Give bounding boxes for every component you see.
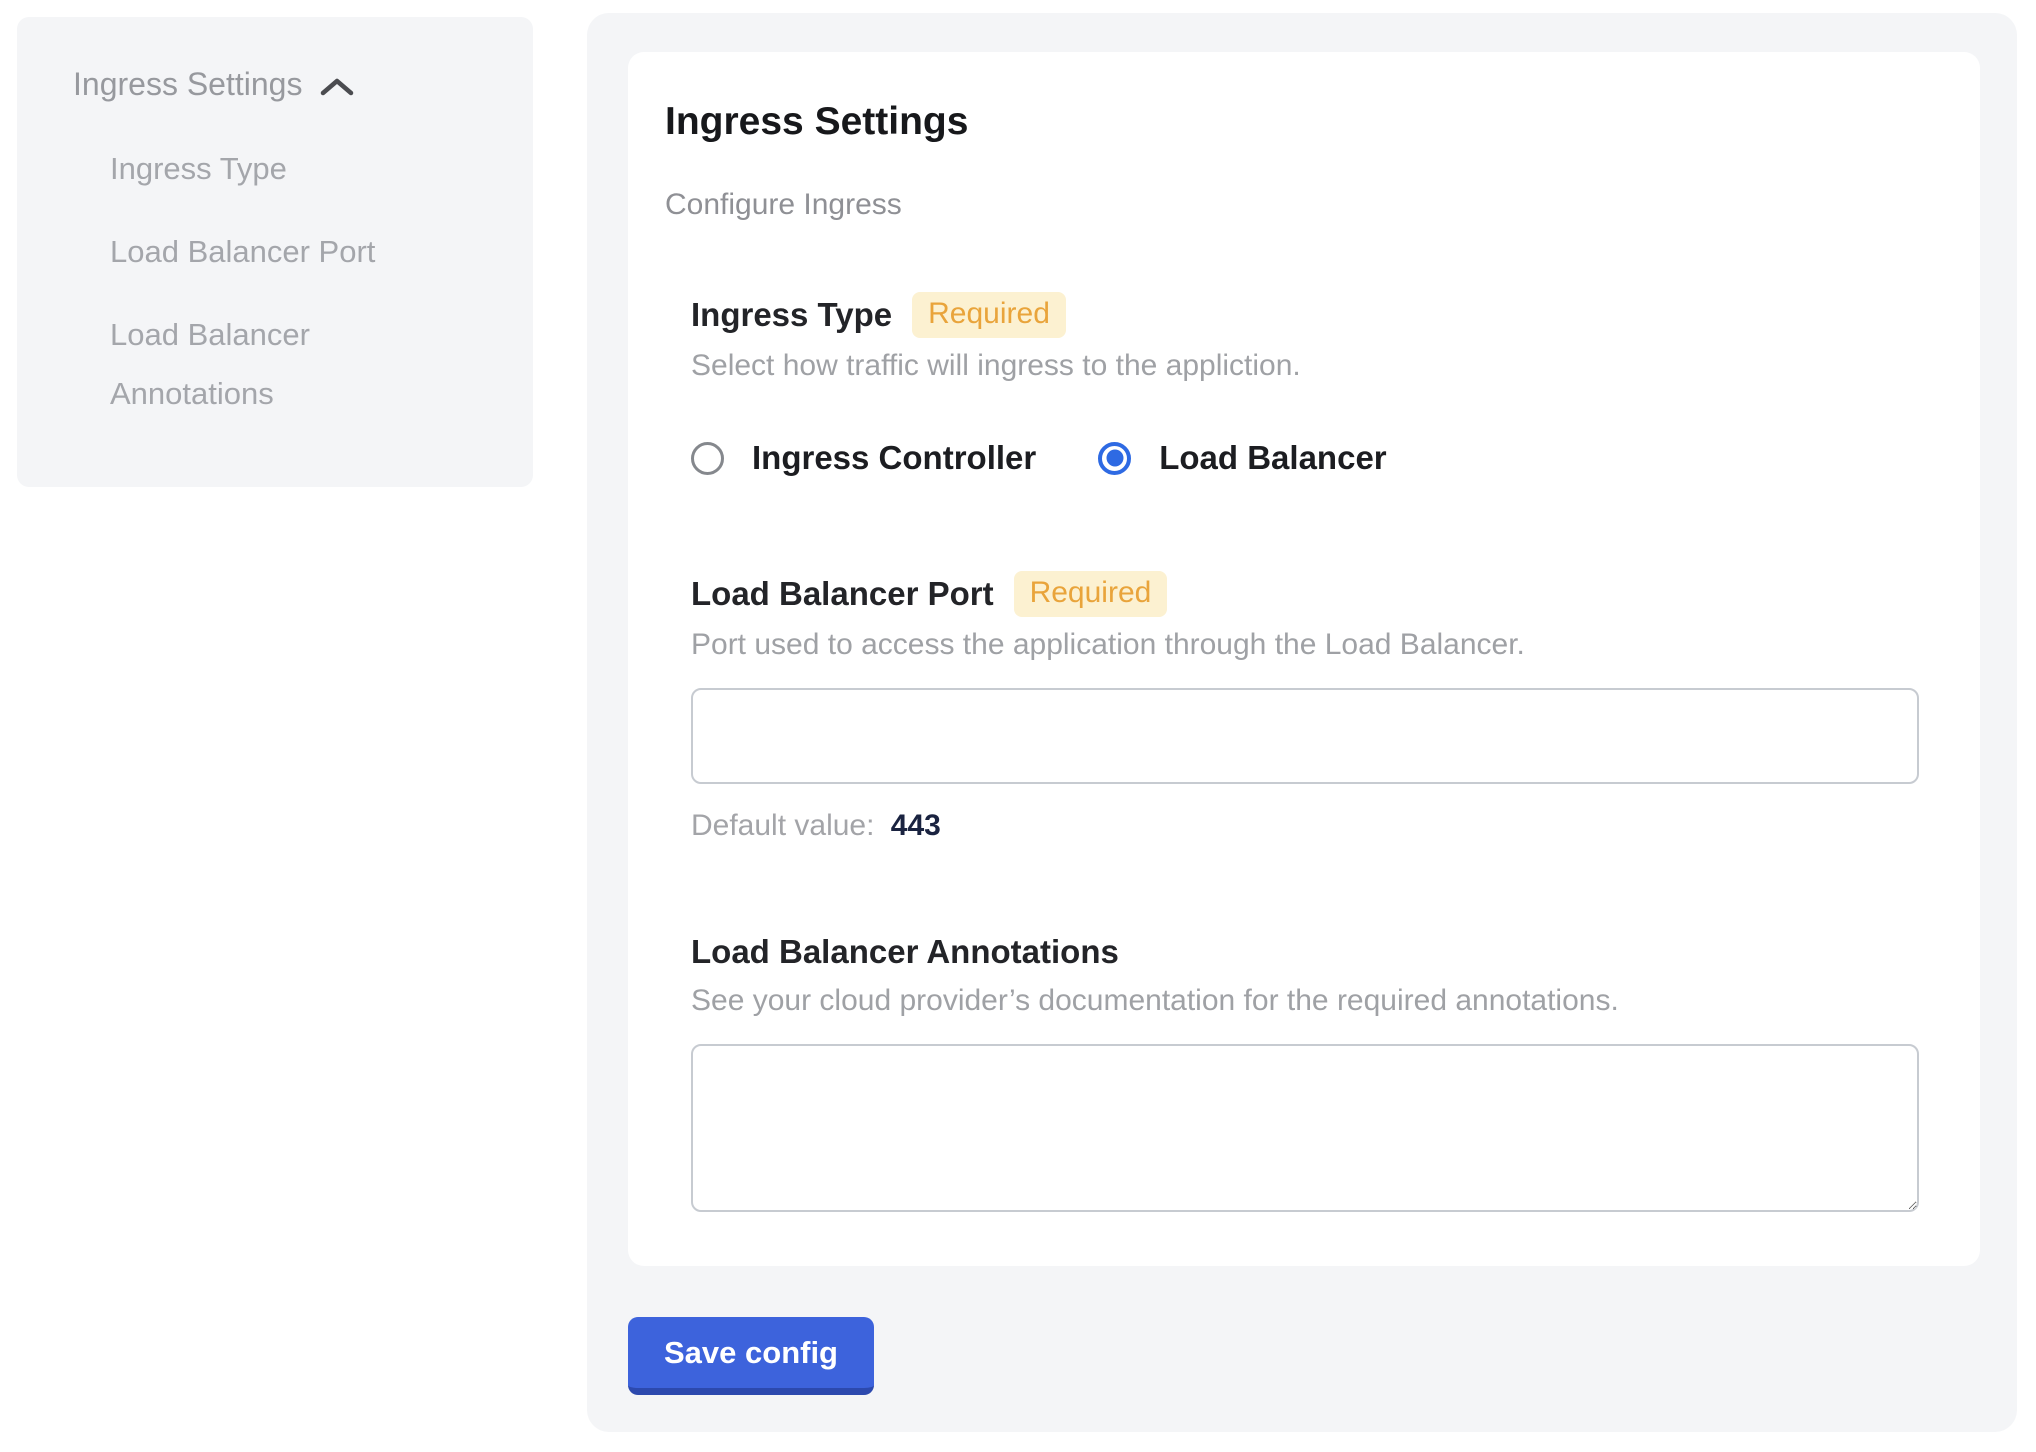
sidebar-item-ingress-type[interactable]: Ingress Type	[110, 139, 410, 198]
form-sections: Ingress Type Required Select how traffic…	[691, 292, 1919, 1212]
radio-option-label: Load Balancer	[1159, 439, 1386, 477]
settings-sidebar: Ingress Settings Ingress Type Load Balan…	[17, 17, 533, 487]
default-value-row: Default value: 443	[691, 808, 1919, 843]
section-load-balancer-annotations: Load Balancer Annotations See your cloud…	[691, 931, 1919, 1212]
required-badge: Required	[912, 292, 1066, 338]
sidebar-group-label: Ingress Settings	[73, 66, 302, 103]
page: Ingress Settings Ingress Type Load Balan…	[0, 0, 2036, 1452]
load-balancer-port-label: Load Balancer Port	[691, 573, 994, 615]
ingress-settings-panel: Ingress Settings Configure Ingress Ingre…	[587, 13, 2017, 1432]
chevron-up-icon	[318, 75, 356, 99]
section-load-balancer-port: Load Balancer Port Required Port used to…	[691, 571, 1919, 843]
section-ingress-type: Ingress Type Required Select how traffic…	[691, 292, 1919, 477]
ingress-type-description: Select how traffic will ingress to the a…	[691, 348, 1919, 383]
page-title: Ingress Settings	[665, 100, 1943, 144]
sidebar-item-list: Ingress Type Load Balancer Port Load Bal…	[110, 139, 493, 423]
save-config-button[interactable]: Save config	[628, 1317, 874, 1395]
load-balancer-annotations-description: See your cloud provider’s documentation …	[691, 983, 1919, 1018]
ingress-type-label: Ingress Type	[691, 294, 892, 336]
radio-unselected-icon	[691, 442, 724, 475]
page-subtitle: Configure Ingress	[665, 188, 1943, 222]
sidebar-item-load-balancer-annotations[interactable]: Load Balancer Annotations	[110, 305, 410, 423]
default-value-label: Default value:	[691, 809, 874, 842]
radio-option-label: Ingress Controller	[752, 439, 1036, 477]
load-balancer-port-description: Port used to access the application thro…	[691, 627, 1919, 662]
ingress-settings-card: Ingress Settings Configure Ingress Ingre…	[628, 52, 1980, 1266]
load-balancer-annotations-label: Load Balancer Annotations	[691, 931, 1119, 973]
required-badge: Required	[1014, 571, 1168, 617]
radio-option-load-balancer[interactable]: Load Balancer	[1098, 439, 1386, 477]
ingress-type-radio-group: Ingress Controller Load Balancer	[691, 439, 1919, 477]
radio-option-ingress-controller[interactable]: Ingress Controller	[691, 439, 1036, 477]
load-balancer-annotations-textarea[interactable]	[691, 1044, 1919, 1212]
radio-selected-icon	[1098, 442, 1131, 475]
default-value: 443	[891, 809, 941, 842]
sidebar-group-ingress-settings[interactable]: Ingress Settings	[73, 66, 493, 103]
sidebar-item-load-balancer-port[interactable]: Load Balancer Port	[110, 222, 410, 281]
load-balancer-port-input[interactable]	[691, 688, 1919, 784]
